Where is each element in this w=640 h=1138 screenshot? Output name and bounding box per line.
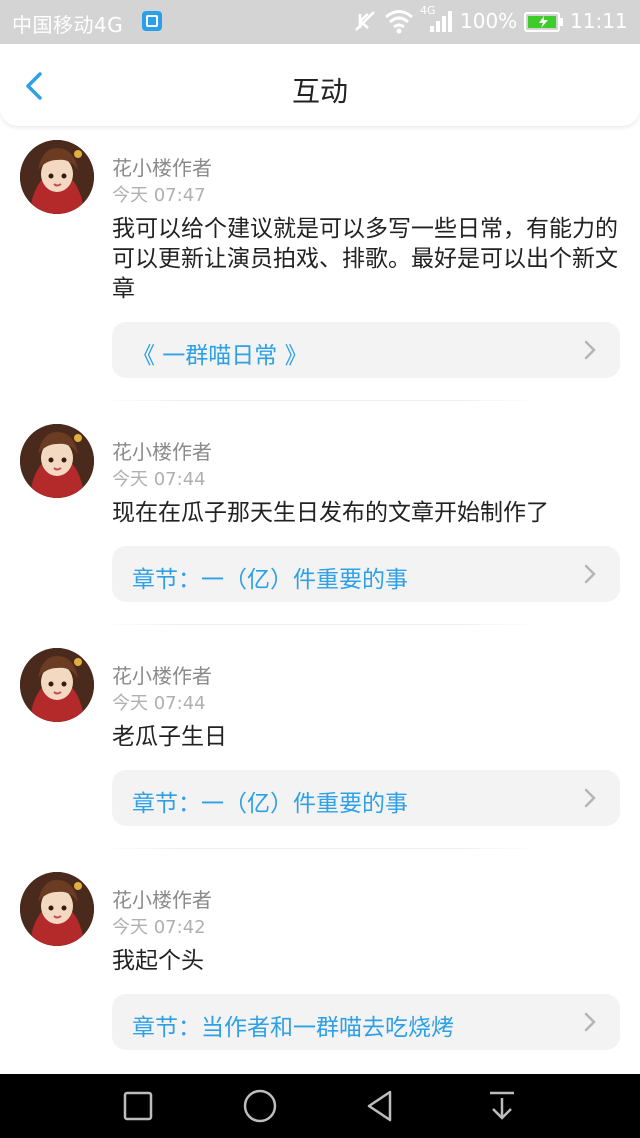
avatar[interactable] xyxy=(20,140,94,214)
linked-chapter-title: 章节：一（亿）件重要的事 xyxy=(132,567,408,593)
comment-text: 现在在瓜子那天生日发布的文章开始制作了 xyxy=(112,500,549,526)
comment-text: 老瓜子生日 xyxy=(112,724,227,750)
linked-chapter-card[interactable]: 章节：当作者和一群喵去吃烧烤 xyxy=(112,994,620,1050)
home-icon[interactable] xyxy=(240,1086,280,1126)
battery-percent: 100% xyxy=(460,9,518,33)
timestamp: 今天 07:44 xyxy=(112,693,206,714)
author-name: 花小楼作者 xyxy=(112,440,212,464)
linked-chapter-title: 章节：一（亿）件重要的事 xyxy=(132,791,408,817)
avatar[interactable] xyxy=(20,648,94,722)
chevron-right-icon xyxy=(584,340,596,360)
back-icon[interactable] xyxy=(360,1086,400,1126)
comment-text: 我可以给个建议就是可以多写一些日常，有能力的可以更新让演员拍戏、排歌。最好是可以… xyxy=(112,216,618,302)
author-name: 花小楼作者 xyxy=(112,156,212,180)
status-bar: 中国移动4G 4G 100% 11:11 xyxy=(0,0,640,44)
divider xyxy=(100,848,540,849)
linked-article-title: 《 一群喵日常 》 xyxy=(132,343,308,369)
timestamp: 今天 07:42 xyxy=(112,917,206,938)
chevron-right-icon xyxy=(584,788,596,808)
wifi-icon xyxy=(385,10,413,34)
avatar[interactable] xyxy=(20,424,94,498)
divider xyxy=(100,624,540,625)
divider xyxy=(100,400,540,401)
chevron-right-icon xyxy=(584,1012,596,1032)
author-name: 花小楼作者 xyxy=(112,888,212,912)
timestamp: 今天 07:47 xyxy=(112,185,206,206)
timestamp: 今天 07:44 xyxy=(112,469,206,490)
notification-pull-icon[interactable] xyxy=(482,1086,522,1126)
avatar[interactable] xyxy=(20,872,94,946)
battery-charging-icon xyxy=(524,12,563,32)
signal-icon xyxy=(430,11,452,32)
linked-chapter-title: 章节：当作者和一群喵去吃烧烤 xyxy=(132,1015,454,1041)
author-name: 花小楼作者 xyxy=(112,664,212,688)
mute-icon xyxy=(355,11,375,31)
system-nav-bar xyxy=(0,1074,640,1138)
header: 互动 xyxy=(0,44,640,126)
clock: 11:11 xyxy=(570,9,628,33)
chevron-right-icon xyxy=(584,564,596,584)
comment-text: 我起个头 xyxy=(112,948,204,974)
linked-chapter-card[interactable]: 章节：一（亿）件重要的事 xyxy=(112,770,620,826)
page-title: 互动 xyxy=(291,75,348,108)
sim-card-icon xyxy=(142,11,162,31)
linked-article-card[interactable]: 《 一群喵日常 》 xyxy=(112,322,620,378)
recent-apps-icon[interactable] xyxy=(118,1086,158,1126)
linked-chapter-card[interactable]: 章节：一（亿）件重要的事 xyxy=(112,546,620,602)
carrier-label: 中国移动4G xyxy=(12,13,124,37)
